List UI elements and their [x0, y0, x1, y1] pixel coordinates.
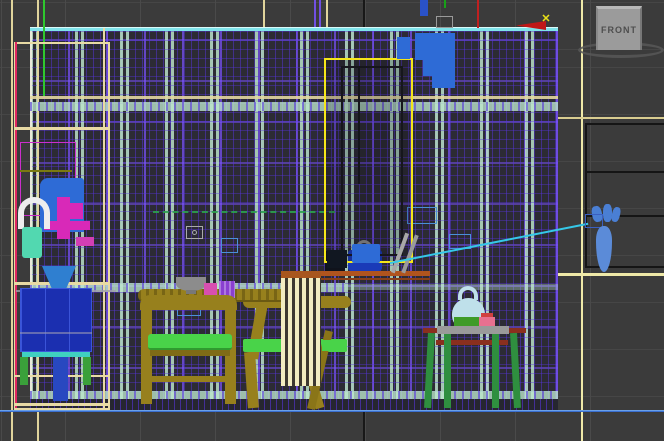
slat-panel-cap [281, 271, 321, 278]
right-niche-line-1 [585, 171, 664, 173]
top-purple-vline-1 [314, 0, 316, 28]
ac-unit-side-block [397, 37, 410, 59]
cabinet-blue-column [53, 357, 68, 401]
blue-wire-box-1 [221, 238, 238, 253]
olive-shelf-line [20, 170, 72, 172]
mirror-inner-line [358, 66, 360, 184]
right-tan-hline-lower [558, 273, 664, 276]
mixer-arm [44, 221, 90, 230]
table-red-item [481, 313, 493, 317]
blue-object-on-counter[interactable] [352, 244, 380, 263]
magenta-small-part [76, 237, 94, 246]
green-dashed-guide [153, 211, 335, 213]
top-purple-vline-2 [319, 0, 321, 28]
chair1-seat-green[interactable] [148, 334, 232, 350]
cabinet-shelf-line-4 [14, 403, 110, 406]
cabinet-leg-left [20, 357, 28, 385]
side-table-top-gray[interactable] [437, 326, 509, 334]
side-table-leg-2 [444, 333, 451, 408]
faucet-arc[interactable] [18, 197, 50, 229]
top-gray-outline [436, 16, 453, 28]
kettle-teal[interactable] [22, 227, 42, 258]
top-tan-vline-2 [326, 0, 328, 28]
chair1-backrest[interactable] [140, 295, 237, 310]
top-tan-vline [263, 0, 265, 28]
cabinet-shelf-line-1 [14, 127, 110, 130]
side-table-leg-3 [492, 333, 499, 408]
sideboard-top[interactable] [318, 271, 430, 276]
wall-right-edge [556, 28, 558, 410]
cabinet-leg-right [83, 357, 91, 385]
slat-panel-seat-overlap [322, 340, 347, 351]
mirror-frame-black[interactable] [341, 66, 403, 256]
cabinet-tan-vline [103, 28, 105, 410]
top-green-tick [444, 0, 446, 8]
wall-highlight-band-mid-faint [345, 284, 558, 290]
viewcube[interactable]: FRONT [596, 6, 642, 50]
ac-unit-step-2 [423, 60, 455, 76]
top-blue-bar [420, 0, 428, 16]
dark-object-on-counter[interactable] [327, 250, 347, 268]
sideboard-top-edge [318, 278, 430, 280]
yellow-x-marker: ✕ [539, 12, 553, 26]
chair1-post-right [225, 308, 236, 404]
base-cabinet-blue[interactable] [20, 288, 92, 352]
ground-line-blue [0, 410, 664, 412]
viewport-canvas[interactable]: ✕ FRONT [0, 0, 664, 441]
chair1-rung [146, 376, 234, 382]
construction-tan-vline-1 [11, 0, 13, 441]
wall-socket-dot [192, 230, 197, 235]
ac-unit-step-1[interactable] [415, 33, 455, 60]
bowl-gray[interactable] [176, 277, 206, 291]
slat-panel[interactable] [281, 278, 321, 386]
mixer-head [69, 203, 83, 219]
top-red-vline [477, 0, 479, 28]
left-cabinet-red-line [15, 42, 17, 408]
chair1-apron [150, 350, 230, 356]
right-tan-hline-upper [558, 117, 664, 119]
construction-yellow-vline [581, 0, 583, 441]
ac-unit-step-3 [432, 76, 455, 88]
bowl-foot [186, 290, 196, 294]
chair1-post-left [141, 308, 152, 404]
viewcube-front-label[interactable]: FRONT [601, 25, 637, 35]
cabinet-divider-line [20, 332, 92, 334]
